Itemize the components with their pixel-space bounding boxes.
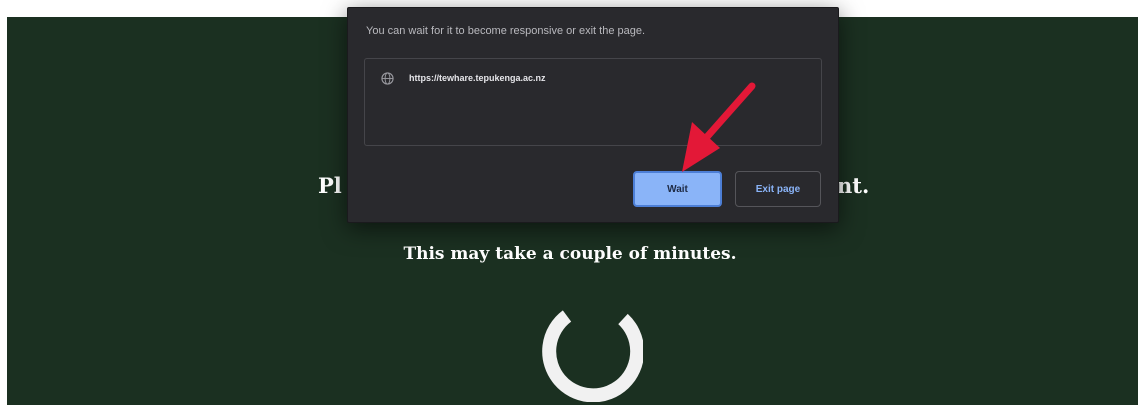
page-heading-right: nt. xyxy=(837,173,870,198)
globe-icon xyxy=(381,72,394,85)
wait-button[interactable]: Wait xyxy=(633,171,722,207)
page-unresponsive-dialog: You can wait for it to become responsive… xyxy=(347,7,839,223)
dialog-message: You can wait for it to become responsive… xyxy=(366,25,646,37)
dialog-url: https://tewhare.tepukenga.ac.nz xyxy=(409,73,546,83)
page-heading-left: Pl xyxy=(318,173,342,198)
loading-spinner-icon xyxy=(542,310,643,402)
exit-page-button[interactable]: Exit page xyxy=(735,171,821,207)
url-box: https://tewhare.tepukenga.ac.nz xyxy=(364,58,822,146)
page-subheading: This may take a couple of minutes. xyxy=(403,244,737,264)
